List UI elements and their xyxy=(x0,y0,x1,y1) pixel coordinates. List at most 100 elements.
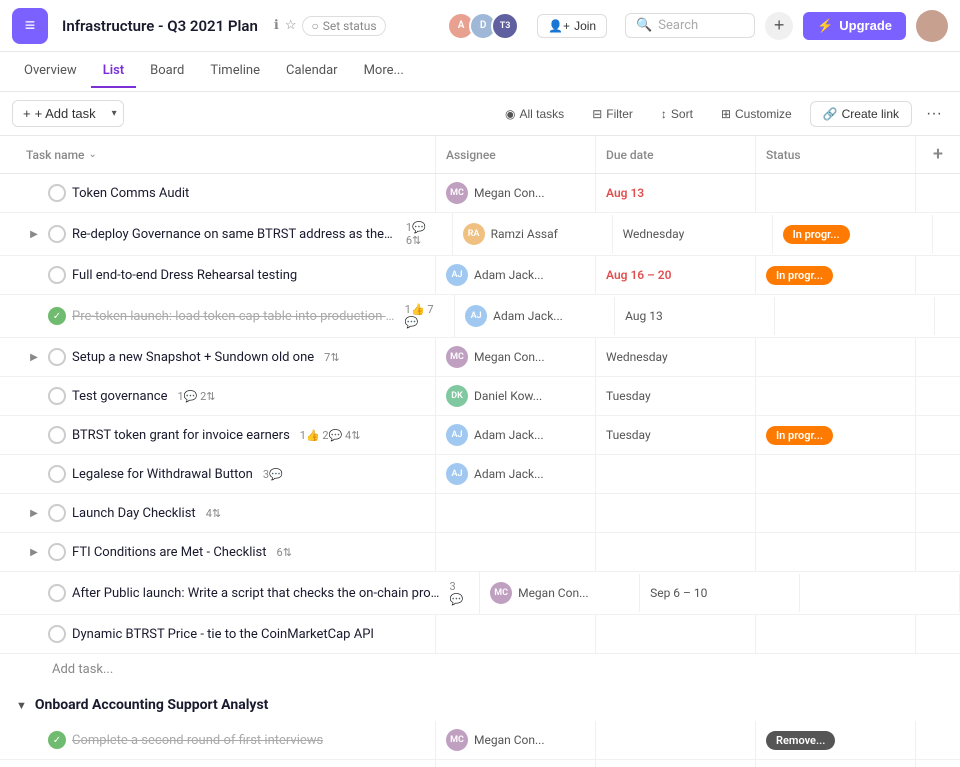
task-checkbox[interactable] xyxy=(48,348,66,366)
status-badge: Remove... xyxy=(766,731,835,750)
all-tasks-button[interactable]: ◉ All tasks xyxy=(495,102,574,126)
expand-button[interactable] xyxy=(26,626,42,642)
expand-button[interactable] xyxy=(26,732,42,748)
sort-icon: ↕ xyxy=(661,107,667,121)
task-name-text: BTRST token grant for invoice earners xyxy=(72,428,290,443)
upgrade-button[interactable]: ⚡ Upgrade xyxy=(803,12,906,40)
assignee-avatar: AJ xyxy=(465,305,487,327)
expand-button[interactable]: ▶ xyxy=(26,544,42,560)
task-checkbox[interactable] xyxy=(48,387,66,405)
task-checkbox[interactable] xyxy=(48,731,66,749)
tasks-group-1: Token Comms AuditMCMegan Con...Aug 13▶Re… xyxy=(0,174,960,654)
search-icon: 🔍 xyxy=(636,18,652,33)
expand-button[interactable]: ▶ xyxy=(26,226,42,242)
expand-button[interactable] xyxy=(26,466,42,482)
add-task-main-button[interactable]: + + Add task xyxy=(13,101,106,126)
add-task-btn-group: + + Add task ▾ xyxy=(12,100,124,127)
star-icon[interactable]: ☆ xyxy=(285,18,297,33)
assignee-name: Megan Con... xyxy=(474,186,544,200)
join-icon: 👤+ xyxy=(548,19,570,33)
task-checkbox[interactable] xyxy=(48,307,66,325)
task-checkbox[interactable] xyxy=(48,266,66,284)
table-row: ▶Launch Day Checklist4⇅ xyxy=(0,494,960,533)
status-badge: In progr... xyxy=(783,225,850,244)
more-options-button[interactable]: ··· xyxy=(920,100,948,128)
add-task-inline[interactable]: Add task... xyxy=(0,654,960,685)
menu-icon: ≡ xyxy=(25,15,36,36)
assignee-avatar: MC xyxy=(446,346,468,368)
table-row: Pre-token launch: load token cap table i… xyxy=(0,295,960,338)
assignee-avatar: MC xyxy=(446,182,468,204)
assignee-avatar: AJ xyxy=(446,264,468,286)
subnav-calendar[interactable]: Calendar xyxy=(274,55,350,88)
assignee-avatar: AJ xyxy=(446,463,468,485)
table-row: Test governance1💬 2⇅DKDaniel Kow...Tuesd… xyxy=(0,377,960,416)
task-meta: 3💬 xyxy=(450,580,470,606)
task-checkbox[interactable] xyxy=(48,225,66,243)
expand-button[interactable] xyxy=(26,427,42,443)
expand-button[interactable]: ▶ xyxy=(26,349,42,365)
assignee-avatar: MC xyxy=(446,729,468,751)
task-name-text: Re-deploy Governance on same BTRST addre… xyxy=(72,227,396,242)
avatar-3[interactable]: T3 xyxy=(491,12,519,40)
due-date: Aug 13 xyxy=(606,186,644,200)
subnav-board[interactable]: Board xyxy=(138,55,196,88)
assignee-name: Adam Jack... xyxy=(474,268,544,282)
col-due-date: Due date xyxy=(596,136,756,173)
status-badge: In progr... xyxy=(766,426,833,445)
task-name-text: Launch Day Checklist xyxy=(72,506,196,521)
col-add[interactable]: + xyxy=(916,136,960,173)
add-button[interactable]: + xyxy=(765,12,793,40)
task-meta: 1👍 7💬 xyxy=(405,303,444,329)
hamburger-menu[interactable]: ≡ xyxy=(12,8,48,44)
subnav-timeline[interactable]: Timeline xyxy=(198,55,272,88)
group-2-title: Onboard Accounting Support Analyst xyxy=(35,697,269,713)
expand-button[interactable]: ▶ xyxy=(26,505,42,521)
user-avatar[interactable] xyxy=(916,10,948,42)
task-name-text: After Public launch: Write a script that… xyxy=(72,586,440,601)
task-checkbox[interactable] xyxy=(48,504,66,522)
task-checkbox[interactable] xyxy=(48,184,66,202)
task-checkbox[interactable] xyxy=(48,465,66,483)
task-checkbox[interactable] xyxy=(48,625,66,643)
subnav-overview[interactable]: Overview xyxy=(12,55,89,88)
top-bar: ≡ Infrastructure - Q3 2021 Plan ℹ ☆ ○ Se… xyxy=(0,0,960,52)
table-row: Dynamic BTRST Price - tie to the CoinMar… xyxy=(0,615,960,654)
table-row: BTRST token grant for invoice earners 1👍 … xyxy=(0,416,960,455)
customize-button[interactable]: ⊞ Customize xyxy=(711,102,802,126)
add-task-dropdown-button[interactable]: ▾ xyxy=(106,103,123,124)
group-2-expand-icon[interactable]: ▼ xyxy=(16,699,27,712)
task-name-sort-icon: ⌄ xyxy=(88,149,96,160)
task-name-text: Dynamic BTRST Price - tie to the CoinMar… xyxy=(72,627,374,642)
assignee-name: Megan Con... xyxy=(474,733,544,747)
due-date: Aug 13 xyxy=(625,309,663,323)
assignee-avatar: RA xyxy=(463,223,485,245)
sort-button[interactable]: ↕ Sort xyxy=(651,102,703,126)
create-link-button[interactable]: 🔗 Create link xyxy=(810,101,912,127)
col-assignee: Assignee xyxy=(436,136,596,173)
task-checkbox[interactable] xyxy=(48,426,66,444)
join-button[interactable]: 👤+ Join xyxy=(537,14,607,38)
assignee-name: Adam Jack... xyxy=(493,309,563,323)
subnav-list[interactable]: List xyxy=(91,55,136,88)
task-checkbox[interactable] xyxy=(48,584,66,602)
subnav-more[interactable]: More... xyxy=(352,55,416,88)
assignee-avatar: AJ xyxy=(446,424,468,446)
task-checkbox[interactable] xyxy=(48,543,66,561)
set-status-btn[interactable]: ○ Set status xyxy=(302,16,385,36)
toolbar: + + Add task ▾ ◉ All tasks ⊟ Filter ↕ So… xyxy=(0,92,960,136)
funnel-icon: ⊟ xyxy=(592,107,602,121)
task-meta: 1👍 2💬 4⇅ xyxy=(300,429,361,442)
expand-button[interactable] xyxy=(26,185,42,201)
table-row: Review Test Projects from first round of… xyxy=(0,760,960,767)
filter-button[interactable]: ⊟ Filter xyxy=(582,102,643,126)
expand-button[interactable] xyxy=(26,388,42,404)
col-task-name: Task name ⌄ xyxy=(16,136,436,173)
table-row: Complete a second round of first intervi… xyxy=(0,721,960,760)
info-icon[interactable]: ℹ xyxy=(274,18,279,33)
expand-button[interactable] xyxy=(26,585,42,601)
search-box[interactable]: 🔍 Search xyxy=(625,13,755,38)
circle-icon: ○ xyxy=(311,19,318,33)
expand-button[interactable] xyxy=(26,308,42,324)
expand-button[interactable] xyxy=(26,267,42,283)
